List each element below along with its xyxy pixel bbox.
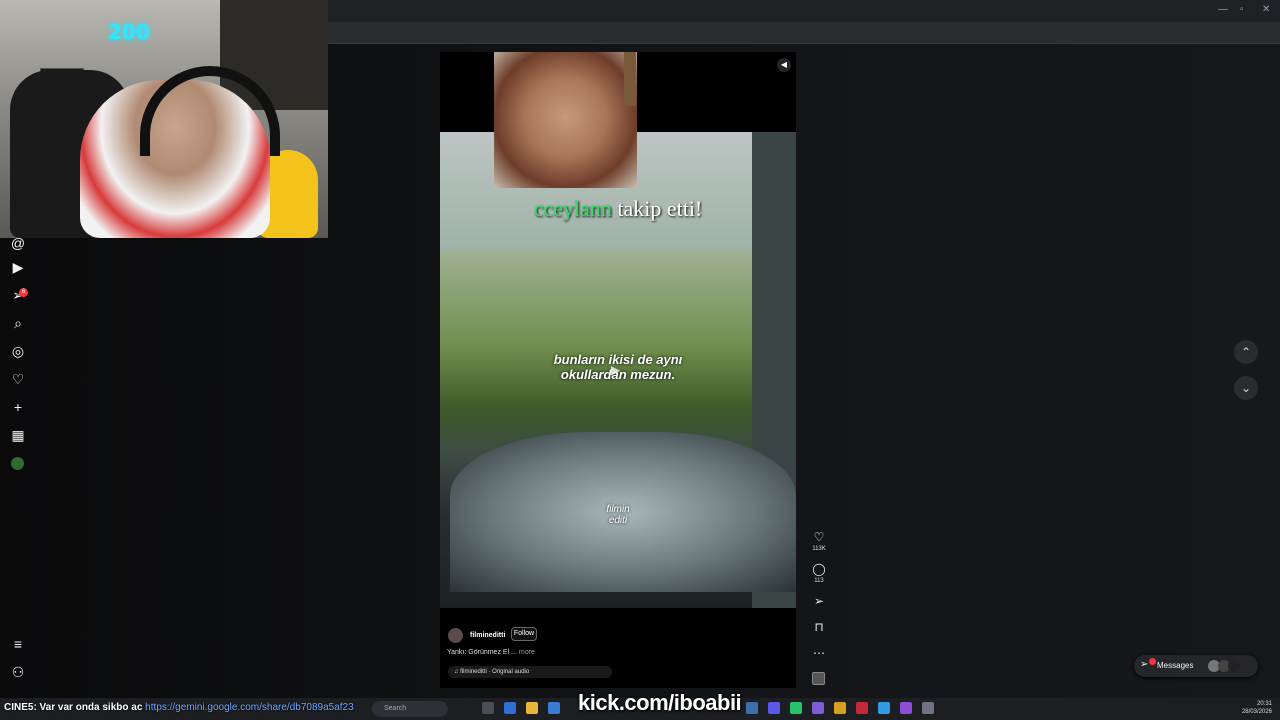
follow-alert: cceylann takip etti! xyxy=(440,196,796,222)
play-icon[interactable]: ▶ xyxy=(611,363,620,377)
heart-icon[interactable]: ♡ xyxy=(9,370,27,388)
chat-text: : Var var onda sikbo ac xyxy=(33,702,143,713)
clock-time: 20:31 xyxy=(1256,701,1272,707)
neon-sign: 200 xyxy=(108,20,150,44)
file-explorer-icon[interactable] xyxy=(526,702,538,714)
dashboard-icon[interactable]: ▦ xyxy=(9,426,27,444)
more-options-icon[interactable]: ⋯ xyxy=(810,646,828,660)
messages-button[interactable]: ➢ Messages xyxy=(1134,655,1258,677)
comment-icon[interactable]: ◯ xyxy=(810,562,828,576)
previous-reel-button[interactable]: ⌃ xyxy=(1234,340,1258,364)
app-icon[interactable] xyxy=(856,702,868,714)
comment-count: 113 xyxy=(814,578,824,584)
app-icon[interactable] xyxy=(790,702,802,714)
mute-icon[interactable]: ◀ xyxy=(777,58,791,72)
explore-icon[interactable]: ◎ xyxy=(9,342,27,360)
search-icon[interactable]: ⌕ xyxy=(9,314,27,332)
task-view-icon[interactable] xyxy=(482,702,494,714)
message-avatar xyxy=(1228,660,1240,672)
profile-avatar[interactable] xyxy=(11,457,24,470)
chat-overlay: CINE5: Var var onda sikbo ac https://gem… xyxy=(4,702,354,713)
next-reel-button[interactable]: ⌄ xyxy=(1234,376,1258,400)
app-icon[interactable] xyxy=(900,702,912,714)
pip-door-frame xyxy=(624,52,636,106)
reel-description: Yankı: Görünmez El ... more xyxy=(447,649,535,656)
streamer-webcam: 200 xyxy=(0,0,328,238)
notification-badge: 6 xyxy=(19,288,28,297)
watermark-line-2: editi xyxy=(608,515,628,526)
chat-user: CINE5 xyxy=(4,702,34,713)
save-icon[interactable]: ⊓ xyxy=(810,620,828,634)
share-icon[interactable]: ➢ xyxy=(810,594,828,608)
create-icon[interactable]: + xyxy=(9,398,27,416)
edge-icon[interactable] xyxy=(504,702,516,714)
discord-icon[interactable] xyxy=(768,702,780,714)
author-name[interactable]: filmineditti xyxy=(470,632,505,639)
menu-icon[interactable]: ≡ xyxy=(9,635,27,653)
close-window-icon[interactable]: ✕ xyxy=(1262,4,1270,15)
follow-alert-user: cceylann xyxy=(533,196,612,221)
like-count: 113K xyxy=(812,546,826,552)
author-avatar[interactable] xyxy=(448,628,463,643)
messages-badge xyxy=(1149,658,1156,665)
more-link[interactable]: more xyxy=(519,649,535,656)
meta-icon[interactable]: ⚇ xyxy=(9,663,27,681)
maximize-icon[interactable]: ▫ xyxy=(1240,4,1244,15)
watermark-line-1: filmin xyxy=(606,504,630,515)
send-icon: ➢ xyxy=(1140,659,1149,670)
follow-alert-text: takip etti! xyxy=(617,196,703,221)
reel-player[interactable]: cceylann takip etti! bunların ikisi de a… xyxy=(440,52,796,688)
reel-info: filmineditti Follow Yankı: Görünmez El .… xyxy=(440,608,796,688)
like-icon[interactable]: ♡ xyxy=(810,530,828,544)
audio-label: filmineditti · Original audio xyxy=(460,669,530,675)
kick-channel-overlay: kick.com/iboabii xyxy=(578,690,742,715)
audio-pill[interactable]: ♫ filmineditti · Original audio xyxy=(448,666,612,678)
audio-thumbnail[interactable] xyxy=(812,672,825,685)
taskbar-clock[interactable]: 20:31 28/03/2026 xyxy=(1236,700,1272,716)
reels-icon[interactable]: ▶ xyxy=(9,258,27,276)
follow-button[interactable]: Follow xyxy=(511,627,537,641)
chat-link[interactable]: https://gemini.google.com/share/db7089a5… xyxy=(145,702,353,713)
messages-label: Messages xyxy=(1157,661,1194,670)
reaction-pip xyxy=(494,52,637,188)
taskbar-search[interactable]: Search xyxy=(372,701,448,717)
app-icon[interactable] xyxy=(878,702,890,714)
app-icon[interactable] xyxy=(834,702,846,714)
app-icon[interactable] xyxy=(812,702,824,714)
reel-watermark: filmin editi xyxy=(588,504,648,526)
store-icon[interactable] xyxy=(548,702,560,714)
settings-icon[interactable] xyxy=(922,702,934,714)
description-text: Yankı: Görünmez El ... xyxy=(447,649,517,656)
clock-date: 28/03/2026 xyxy=(1241,709,1272,715)
app-icon[interactable] xyxy=(746,702,758,714)
minimize-icon[interactable]: — xyxy=(1218,4,1228,15)
